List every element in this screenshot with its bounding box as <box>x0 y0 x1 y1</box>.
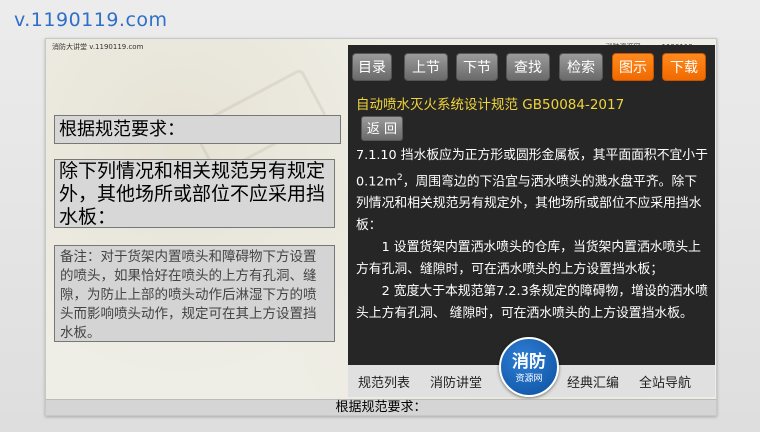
logo-text-top: 消防 <box>512 352 546 372</box>
toc-button[interactable]: 目录 <box>352 53 392 81</box>
slide-heading: 根据规范要求： <box>54 115 341 144</box>
code-reader-panel: 目录 上节 下节 查找 检索 图示 下载 自动喷水灭火系统设计规范 GB5008… <box>348 45 715 397</box>
nav-code-list[interactable]: 规范列表 <box>358 372 410 391</box>
nav-classic-collection[interactable]: 经典汇编 <box>567 372 619 391</box>
code-text: 7.1.10 挡水板应为正方形或圆形金属板，其平面面积不宜小于0.12m2，周围… <box>356 145 708 325</box>
prev-section-button[interactable]: 上节 <box>404 53 448 81</box>
nav-site-navigation[interactable]: 全站导航 <box>639 372 691 391</box>
code-title: 自动喷水灭火系统设计规范 GB50084-2017 <box>356 97 625 113</box>
site-logo[interactable]: 消防 资源网 <box>499 337 559 397</box>
search-button[interactable]: 检索 <box>559 53 603 81</box>
logo-text-bottom: 资源网 <box>515 374 543 384</box>
video-subtitle: 根据规范要求： <box>46 399 716 415</box>
slide-main-text: 除下列情况和相关规范另有规定外，其他场所或部位不应采用挡水板： <box>54 159 335 228</box>
clause-item-2: 2 宽度大于本规范第7.2.3条规定的障碍物，增设的洒水喷头上方有孔洞、 缝隙时… <box>356 284 708 322</box>
toolbar: 目录 上节 下节 查找 检索 图示 下载 <box>348 53 715 85</box>
download-button[interactable]: 下载 <box>662 53 706 81</box>
nav-fire-lecture[interactable]: 消防讲堂 <box>430 372 482 391</box>
back-button[interactable]: 返 回 <box>361 116 403 141</box>
diagram-button[interactable]: 图示 <box>612 53 654 81</box>
video-frame: 消防大讲堂 v.1190119.com 消防资源网 www.1190119.co… <box>45 38 717 416</box>
clause-item-1: 1 设置货架内置洒水喷头的仓库，当货架内置洒水喷头上方有孔洞、缝隙时，可在洒水喷… <box>356 240 701 278</box>
next-section-button[interactable]: 下节 <box>456 53 498 81</box>
clause-paragraph: 7.1.10 挡水板应为正方形或圆形金属板，其平面面积不宜小于0.12m2，周围… <box>356 148 708 234</box>
slide-note: 备注：对于货架内置喷头和障碍物下方设置的喷头，如果恰好在喷头的上方有孔洞、缝隙，… <box>54 245 335 342</box>
watermark-url: v.1190119.com <box>14 9 168 31</box>
slide-header-left: 消防大讲堂 v.1190119.com <box>52 43 144 51</box>
find-button[interactable]: 查找 <box>506 53 550 81</box>
